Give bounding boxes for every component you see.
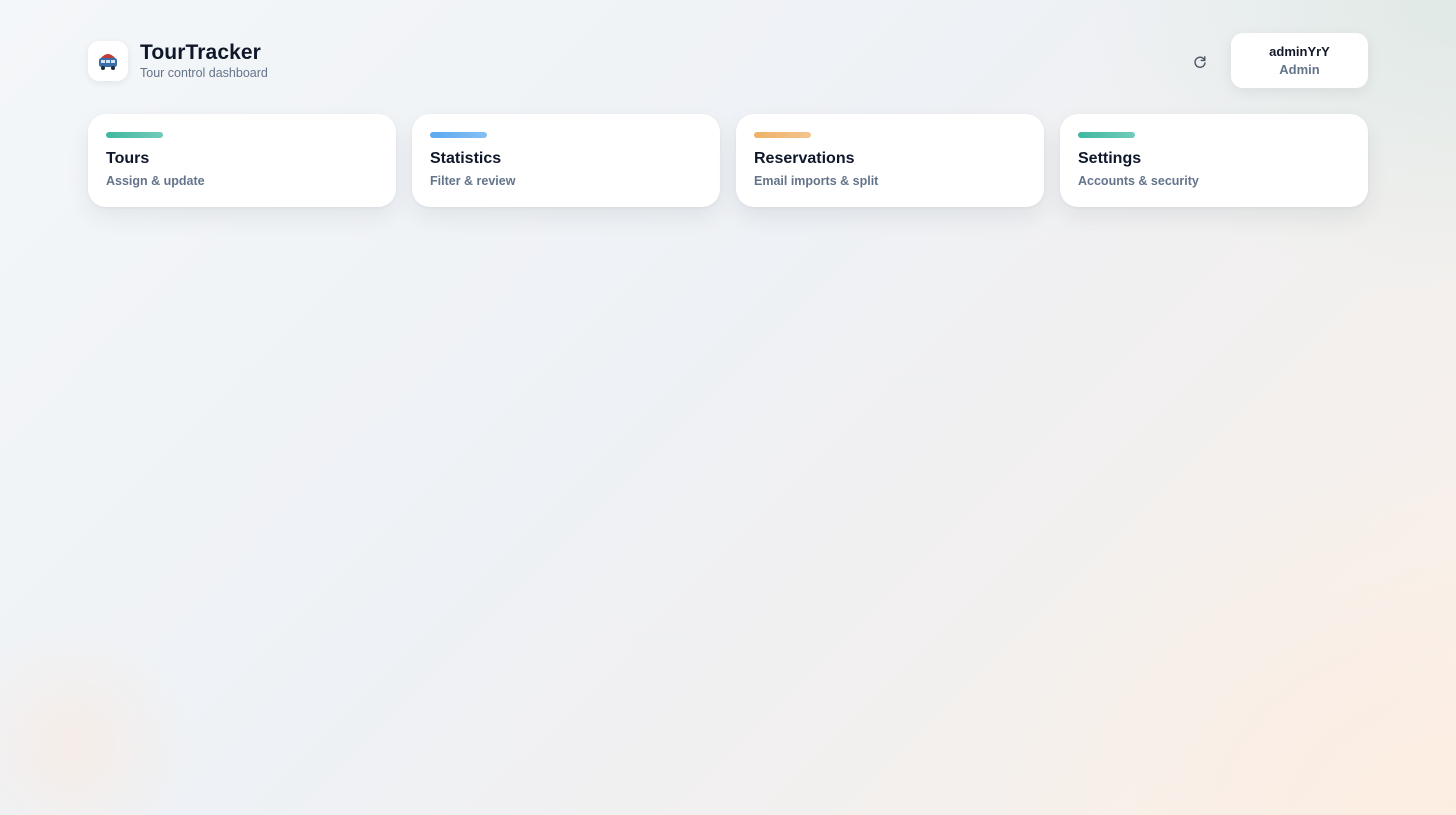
refresh-icon xyxy=(1194,56,1206,68)
card-description: Accounts & security xyxy=(1078,174,1199,188)
card-title: Statistics xyxy=(430,150,502,167)
card-tours[interactable]: Tours Assign & update xyxy=(88,114,396,207)
card-statistics[interactable]: Statistics Filter & review xyxy=(412,114,720,207)
header: TourTracker Tour control dashboard admin… xyxy=(88,33,1368,89)
card-title: Reservations xyxy=(754,150,855,167)
card-description: Filter & review xyxy=(430,174,516,188)
card-settings[interactable]: Settings Accounts & security xyxy=(1060,114,1368,207)
brand[interactable]: TourTracker Tour control dashboard xyxy=(88,41,268,81)
app-title: TourTracker xyxy=(140,41,261,64)
nav-cards: Tours Assign & update Statistics Filter … xyxy=(88,114,1368,207)
card-accent-bar xyxy=(430,132,487,138)
card-reservations[interactable]: Reservations Email imports & split xyxy=(736,114,1044,207)
card-title: Tours xyxy=(106,150,150,167)
card-description: Email imports & split xyxy=(754,174,879,188)
app-subtitle: Tour control dashboard xyxy=(140,66,268,80)
card-description: Assign & update xyxy=(106,174,205,188)
user-menu[interactable]: adminYrY Admin xyxy=(1231,33,1368,88)
card-accent-bar xyxy=(1078,132,1135,138)
card-title: Settings xyxy=(1078,150,1142,167)
refresh-button[interactable] xyxy=(1188,50,1212,74)
card-accent-bar xyxy=(754,132,811,138)
card-accent-bar xyxy=(106,132,163,138)
user-role: Admin xyxy=(1279,61,1320,77)
user-name: adminYrY xyxy=(1269,43,1330,59)
bus-logo-icon xyxy=(88,41,128,81)
